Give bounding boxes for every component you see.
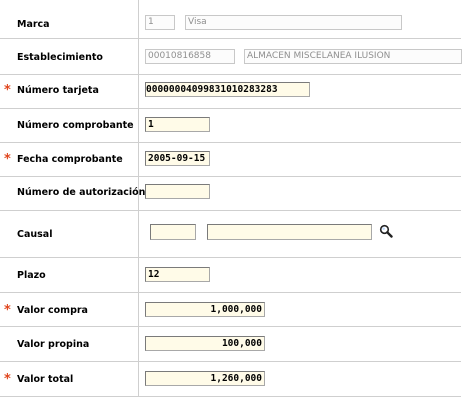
row-fecha-comprobante: * Fecha comprobante 2005-09-15	[0, 142, 461, 177]
row-valor-total: * Valor total 1,260,000	[0, 361, 461, 397]
causal-description-input[interactable]	[207, 224, 372, 240]
row-valor-propina: Valor propina 100,000	[0, 326, 461, 362]
valor-propina-input[interactable]: 100,000	[145, 336, 265, 351]
establecimiento-code-field: 00010816858	[145, 49, 235, 64]
transaction-form: Marca 1 Visa Establecimiento 00010816858…	[0, 0, 462, 401]
valor-propina-label: Valor propina	[17, 339, 90, 350]
plazo-label: Plazo	[17, 270, 46, 281]
row-establecimiento: Establecimiento 00010816858 ALMACEN MISC…	[0, 38, 462, 75]
establecimiento-label: Establecimiento	[17, 52, 103, 63]
required-marker: *	[4, 83, 11, 98]
required-marker: *	[4, 372, 11, 387]
search-icon[interactable]	[379, 224, 393, 238]
numero-comprobante-label: Número comprobante	[17, 120, 134, 131]
plazo-input[interactable]: 12	[145, 267, 210, 282]
numero-autorizacion-input[interactable]	[145, 184, 210, 199]
numero-autorizacion-label: Número de autorización	[17, 187, 146, 198]
row-numero-tarjeta: * Número tarjeta 0000000409983101028328​…	[0, 74, 461, 109]
establecimiento-name-field: ALMACEN MISCELANEA ILUSION	[244, 49, 462, 64]
row-marca: Marca 1 Visa	[0, 0, 461, 39]
row-numero-comprobante: Número comprobante 1	[0, 108, 461, 143]
causal-code-input[interactable]	[150, 224, 196, 240]
marca-name-field: Visa	[185, 15, 402, 30]
marca-label: Marca	[17, 19, 50, 30]
valor-total-input[interactable]: 1,260,000	[145, 371, 265, 386]
valor-compra-label: Valor compra	[17, 305, 88, 316]
row-numero-autorizacion: Número de autorización	[0, 176, 461, 211]
numero-comprobante-input[interactable]: 1	[145, 117, 210, 132]
required-marker: *	[4, 152, 11, 167]
numero-tarjeta-label: Número tarjeta	[17, 85, 99, 96]
causal-label: Causal	[17, 229, 53, 240]
fecha-comprobante-input[interactable]: 2005-09-15	[145, 151, 210, 166]
valor-total-label: Valor total	[17, 374, 74, 385]
marca-code-field: 1	[145, 15, 175, 30]
row-causal: Causal	[0, 210, 461, 258]
numero-tarjeta-input[interactable]: 0000000409983101028328​3	[145, 82, 310, 97]
valor-compra-input[interactable]: 1,000,000	[145, 302, 265, 317]
fecha-comprobante-label: Fecha comprobante	[17, 154, 123, 165]
row-plazo: Plazo 12	[0, 257, 461, 293]
row-valor-compra: * Valor compra 1,000,000	[0, 292, 461, 327]
required-marker: *	[4, 303, 11, 318]
